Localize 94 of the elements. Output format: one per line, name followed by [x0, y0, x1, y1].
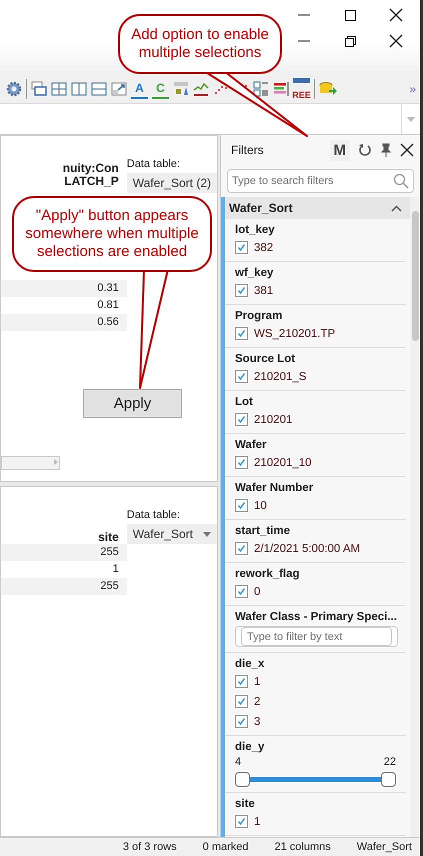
- minimize-icon[interactable]: [298, 14, 310, 16]
- caret-icon[interactable]: [203, 532, 211, 536]
- checkbox[interactable]: [235, 675, 248, 688]
- data-table-dropdown[interactable]: Wafer_Sort: [126, 524, 217, 544]
- search-icon: [393, 173, 409, 189]
- checkbox[interactable]: [235, 284, 248, 297]
- checkbox[interactable]: [235, 370, 248, 383]
- checkbox[interactable]: [235, 815, 248, 828]
- panel-title: Filters: [231, 143, 265, 157]
- horizontal-scrollbar[interactable]: [1, 456, 60, 470]
- status-text: Wafer_Sort: [356, 841, 412, 853]
- columns-layout-icon[interactable]: [71, 81, 87, 97]
- filter-value[interactable]: 3: [254, 716, 260, 728]
- table-cell: 0.56: [1, 314, 127, 331]
- filter-value[interactable]: 382: [254, 242, 274, 254]
- filter-name: die_x: [235, 658, 266, 670]
- column-header[interactable]: nuity:Con: [1, 162, 127, 175]
- close-icon[interactable]: [389, 34, 403, 48]
- checkbox[interactable]: [235, 695, 248, 708]
- filter-name: Wafer Class - Primary Speci...: [235, 611, 398, 623]
- filter-value[interactable]: 210201_S: [254, 370, 306, 382]
- filter-value[interactable]: 210201: [254, 414, 292, 426]
- callout-bubble: Add option to enable multiple selections: [118, 14, 282, 74]
- rows-layout-icon[interactable]: [91, 81, 107, 97]
- filter-name: Wafer: [235, 439, 268, 451]
- search-field[interactable]: Type to search filters: [227, 169, 414, 193]
- filter-value[interactable]: 1: [254, 676, 260, 688]
- vertical-scrollbar[interactable]: [410, 197, 420, 837]
- range-max: 22: [384, 756, 396, 768]
- section-header[interactable]: Wafer_Sort: [225, 197, 410, 219]
- filter-value[interactable]: 0: [254, 586, 260, 598]
- filter-value[interactable]: 2: [254, 696, 260, 708]
- close-icon[interactable]: [400, 143, 414, 157]
- apply-button[interactable]: Apply: [83, 389, 182, 418]
- column-header[interactable]: site: [1, 531, 127, 544]
- expand-icon[interactable]: [111, 81, 127, 97]
- column-header[interactable]: LATCH_P: [1, 175, 127, 188]
- filter-name: Wafer Number: [235, 482, 314, 494]
- status-text: 0 marked: [202, 841, 248, 853]
- filter-value[interactable]: 210201_10: [254, 456, 312, 468]
- filter-name: Program: [235, 310, 284, 322]
- callout-bubble: "Apply" button appears somewhere when multiple selections are enabled: [12, 196, 212, 272]
- gear-icon[interactable]: [6, 81, 22, 97]
- data-table-dropdown[interactable]: Wafer_Sort (2): [126, 173, 217, 193]
- checkbox[interactable]: [235, 715, 248, 728]
- reset-icon[interactable]: [358, 143, 372, 157]
- database-export-icon[interactable]: [319, 81, 337, 97]
- maximize-icon[interactable]: [344, 10, 356, 20]
- close-icon[interactable]: [389, 8, 403, 22]
- checkbox[interactable]: [235, 413, 248, 426]
- checkbox[interactable]: [235, 499, 248, 512]
- line-chart-icon[interactable]: [193, 81, 209, 97]
- checkbox[interactable]: [235, 327, 248, 340]
- filter-value[interactable]: 381: [254, 284, 274, 296]
- slider-handle[interactable]: [381, 772, 396, 787]
- filter-name: die_y: [235, 741, 266, 753]
- data-table-label: Data table:: [126, 509, 181, 521]
- filter-value[interactable]: 2/1/2021 5:00:00 AM: [254, 542, 360, 554]
- checkbox[interactable]: [235, 542, 248, 555]
- table-cell-text: 0.81: [96, 298, 120, 313]
- filter-name: Lot: [235, 396, 254, 408]
- data-table-label: Data table:: [126, 158, 181, 170]
- box-plot-icon[interactable]: [173, 81, 189, 97]
- windows-icon[interactable]: [31, 81, 47, 97]
- collapse-icon[interactable]: [391, 204, 402, 212]
- matrix-icon[interactable]: [253, 81, 269, 97]
- pin-icon[interactable]: [380, 143, 392, 157]
- table-cell-text: 1: [112, 562, 120, 577]
- filter-value[interactable]: 10: [254, 500, 267, 512]
- filter-value[interactable]: WS_210201.TP: [254, 328, 336, 340]
- checkbox[interactable]: [235, 241, 248, 254]
- grid-layout-icon[interactable]: [51, 81, 67, 97]
- table-cell: 0.31: [1, 280, 127, 297]
- filter-name: wf_key: [235, 267, 274, 279]
- range-min: 4: [235, 756, 242, 768]
- checkbox[interactable]: [235, 585, 248, 598]
- checkbox[interactable]: [235, 456, 248, 469]
- status-text: 3 of 3 rows: [122, 841, 177, 853]
- filter-name: Source Lot: [235, 353, 296, 365]
- restore-icon[interactable]: [344, 36, 356, 46]
- filter-name: lot_key: [235, 224, 276, 236]
- filter-name: rework_flag: [235, 568, 301, 580]
- filter-name: start_time: [235, 525, 291, 537]
- text-filter-field[interactable]: Type to filter by text: [241, 627, 392, 646]
- filter-value[interactable]: 1: [254, 816, 260, 828]
- multi-select-button[interactable]: M: [330, 140, 350, 160]
- table-cell: 255: [1, 578, 127, 595]
- filter-name: site: [235, 798, 256, 810]
- table-cell: 255: [1, 544, 127, 561]
- slider-handle[interactable]: [235, 772, 250, 787]
- status-text: 21 columns: [274, 841, 331, 853]
- overflow-chevron[interactable]: »: [409, 82, 420, 96]
- bar-chart-icon[interactable]: [273, 81, 289, 97]
- minimize-icon[interactable]: [298, 40, 310, 42]
